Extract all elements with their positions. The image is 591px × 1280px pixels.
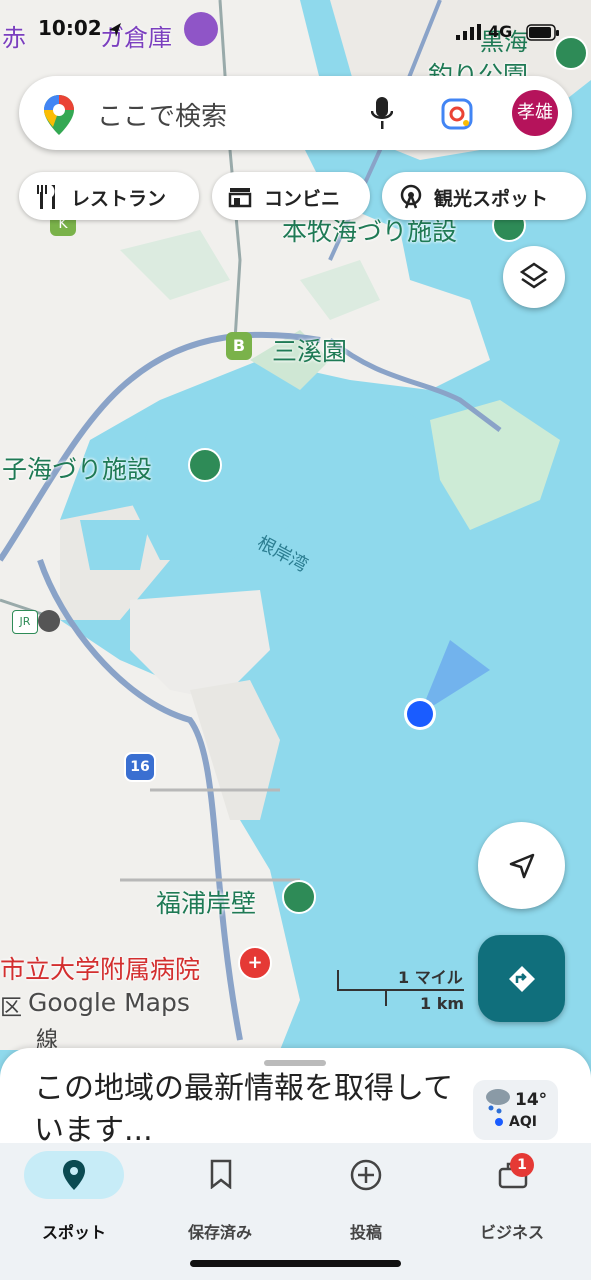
poi-park-icon-2[interactable] — [282, 880, 316, 914]
status-time: 10:02 — [38, 16, 102, 40]
chip-restaurant[interactable]: レストラン — [19, 172, 199, 220]
network-type: 4G — [488, 22, 513, 41]
chip-label: 観光スポット — [434, 188, 549, 210]
scale-miles: 1 マイル — [398, 968, 463, 987]
status-bar: 10:02 4G — [0, 0, 591, 60]
chip-label: コンビニ — [264, 188, 341, 210]
train-station-icon[interactable] — [38, 610, 60, 632]
weather-widget[interactable]: 14° AQI — [473, 1080, 558, 1140]
battery-icon — [526, 24, 559, 41]
aqi-label: AQI — [509, 1114, 537, 1130]
home-indicator[interactable] — [190, 1260, 401, 1267]
ferris-wheel-icon — [400, 184, 422, 209]
navigation-arrow-icon — [509, 853, 535, 879]
bottom-sheet[interactable]: この地域の最新情報を取得しています... 14° AQI — [0, 1048, 591, 1150]
jr-station-icon[interactable]: JR — [12, 610, 38, 634]
google-maps-logo: Google Maps — [28, 988, 190, 1017]
my-location-button[interactable] — [478, 822, 565, 909]
map-label-fukuura[interactable]: 福浦岸壁 — [156, 884, 256, 920]
directions-button[interactable] — [478, 935, 565, 1022]
layers-icon — [520, 262, 548, 289]
bookmark-icon — [210, 1159, 232, 1189]
rain-cloud-icon — [486, 1089, 510, 1114]
map-label-sankeien[interactable]: 三溪園 — [272, 332, 347, 368]
location-arrow-icon — [109, 23, 121, 37]
temperature: 14° — [515, 1090, 548, 1110]
avatar[interactable]: 孝雄 — [512, 90, 558, 136]
store-icon — [228, 188, 252, 208]
location-pin-icon — [63, 1160, 85, 1190]
fork-knife-icon — [37, 185, 55, 209]
sheet-message: この地域の最新情報を取得しています... — [34, 1071, 454, 1148]
plus-circle-icon — [350, 1159, 382, 1191]
microphone-icon[interactable] — [371, 96, 393, 130]
notification-badge: 1 — [510, 1153, 534, 1177]
nav-label: スポット — [41, 1223, 106, 1242]
route-16-shield: 16 — [124, 752, 156, 782]
nav-label: ビジネス — [479, 1223, 544, 1242]
google-maps-pin-icon — [44, 95, 74, 135]
map-label-isogo[interactable]: 子海づり施設 — [2, 450, 152, 486]
map-label-hospital[interactable]: 市立大学附属病院 — [0, 950, 200, 986]
map-label-ward: 区 — [0, 996, 23, 1021]
directions-icon — [509, 966, 535, 992]
search-input[interactable]: ここで検索 — [97, 96, 227, 133]
google-lens-icon[interactable] — [441, 98, 473, 130]
aqi-dot — [495, 1118, 503, 1126]
route-badge-b: B — [226, 332, 252, 360]
search-bar[interactable]: ここで検索 孝雄 — [19, 76, 572, 150]
sheet-handle[interactable] — [264, 1060, 326, 1066]
hospital-icon[interactable]: + — [238, 946, 272, 980]
layers-button[interactable] — [503, 246, 565, 308]
poi-fishing-icon-2[interactable] — [188, 448, 222, 482]
signal-icon — [456, 24, 481, 40]
scale-km: 1 km — [420, 994, 465, 1013]
nav-label: 保存済み — [187, 1223, 252, 1242]
nav-label: 投稿 — [349, 1223, 382, 1242]
chip-convenience-store[interactable]: コンビニ — [212, 172, 370, 220]
chip-sightseeing[interactable]: 観光スポット — [382, 172, 586, 220]
chip-label: レストラン — [71, 188, 167, 210]
